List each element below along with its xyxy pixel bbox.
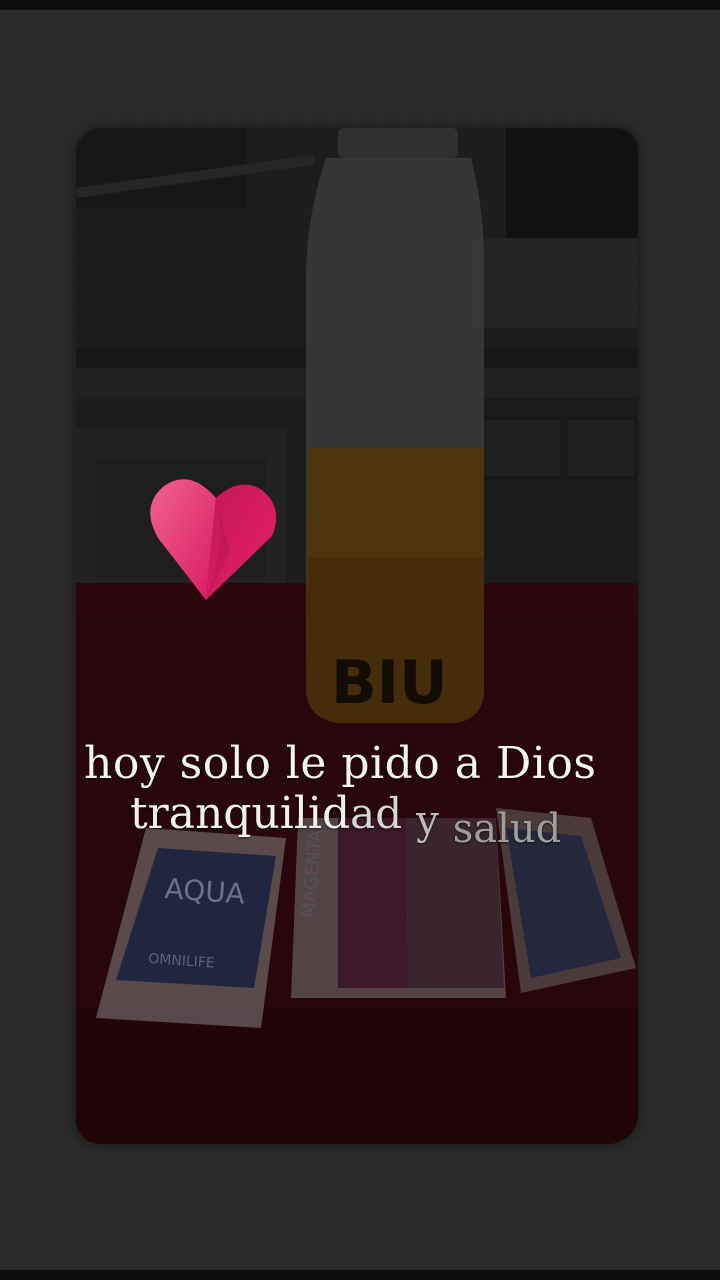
bottom-letterbox-bar	[0, 1270, 720, 1280]
top-letterbox-bar	[0, 0, 720, 10]
heart-icon	[150, 479, 277, 600]
caption-line-1: hoy solo le pido a Dios	[84, 738, 597, 789]
story-photo: BIU AQUA OMNILIFE MAGENTA	[76, 128, 638, 1144]
caption-word-salud: salud	[452, 806, 562, 852]
caption-line-2: tranquilidad y salud	[130, 788, 561, 852]
caption-word-tranquilid: tranquilid	[130, 788, 351, 839]
caption-word-ad: ad	[350, 789, 403, 838]
caption-word-y: y	[416, 798, 439, 844]
story-screen: BIU AQUA OMNILIFE MAGENTA hoy solo le pi…	[0, 0, 720, 1280]
photo-dim-overlay	[76, 128, 638, 1144]
